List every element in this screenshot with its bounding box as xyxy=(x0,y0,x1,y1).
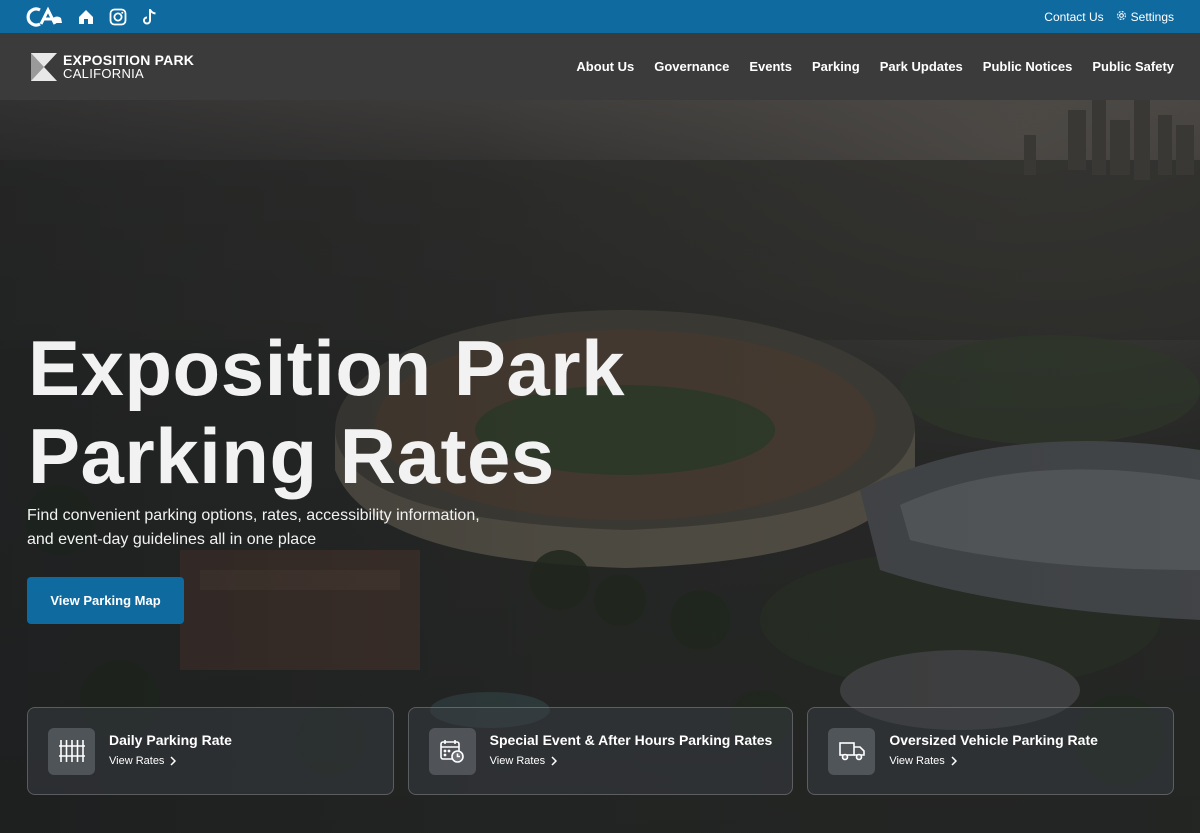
nav-public-notices[interactable]: Public Notices xyxy=(983,59,1073,74)
utility-left xyxy=(26,6,160,28)
brand-logo[interactable]: EXPOSITION PARK CALIFORNIA xyxy=(31,52,194,81)
brand-mark-icon xyxy=(31,52,57,81)
card-special-event-rates[interactable]: Special Event & After Hours Parking Rate… xyxy=(407,707,794,795)
nav-governance[interactable]: Governance xyxy=(654,59,729,74)
view-rates-link[interactable]: View Rates xyxy=(889,755,1098,767)
view-rates-link[interactable]: View Rates xyxy=(490,755,773,767)
utility-right: Contact Us Settings xyxy=(1044,10,1174,24)
hero-title-line2: Parking Rates xyxy=(28,412,555,500)
calendar-clock-icon xyxy=(428,727,476,775)
card-body: Special Event & After Hours Parking Rate… xyxy=(490,732,773,767)
nav-events[interactable]: Events xyxy=(749,59,792,74)
contact-us-link[interactable]: Contact Us xyxy=(1044,10,1103,24)
chevron-right-icon xyxy=(170,755,177,766)
home-icon[interactable] xyxy=(76,7,96,27)
rate-cards: Daily Parking Rate View Rates Special Ev… xyxy=(27,707,1174,795)
gear-icon xyxy=(1116,10,1127,24)
hero-subtitle-line2: and event-day guidelines all in one plac… xyxy=(27,531,317,548)
view-rates-label: View Rates xyxy=(489,754,546,767)
view-rates-link[interactable]: View Rates xyxy=(109,755,232,767)
site-header: EXPOSITION PARK CALIFORNIA About Us Gove… xyxy=(0,33,1200,100)
hero-subtitle-line1: Find convenient parking options, rates, … xyxy=(27,507,480,524)
card-body: Oversized Vehicle Parking Rate View Rate… xyxy=(889,732,1098,767)
card-daily-parking-rate[interactable]: Daily Parking Rate View Rates xyxy=(27,707,394,795)
tiktok-icon[interactable] xyxy=(140,7,160,27)
brand-name: EXPOSITION PARK xyxy=(63,51,195,68)
main-nav: About Us Governance Events Parking Park … xyxy=(576,59,1174,74)
card-oversized-vehicle-rate[interactable]: Oversized Vehicle Parking Rate View Rate… xyxy=(807,707,1174,795)
settings-link[interactable]: Settings xyxy=(1116,10,1174,24)
card-title: Oversized Vehicle Parking Rate xyxy=(889,731,1098,748)
view-parking-map-button[interactable]: View Parking Map xyxy=(27,577,184,624)
hero-title-line1: Exposition Park xyxy=(28,324,625,412)
truck-icon xyxy=(828,727,876,775)
nav-park-updates[interactable]: Park Updates xyxy=(880,59,963,74)
hero-subtitle: Find convenient parking options, rates, … xyxy=(27,504,497,552)
card-title: Daily Parking Rate xyxy=(109,731,232,748)
utility-bar: Contact Us Settings xyxy=(0,0,1200,33)
parking-grid-icon xyxy=(48,727,95,775)
nav-parking[interactable]: Parking xyxy=(812,59,860,74)
view-rates-label: View Rates xyxy=(109,754,165,767)
view-rates-label: View Rates xyxy=(889,754,945,767)
brand-text: EXPOSITION PARK CALIFORNIA xyxy=(63,53,194,81)
settings-label: Settings xyxy=(1130,9,1174,24)
chevron-right-icon xyxy=(551,755,558,766)
nav-public-safety[interactable]: Public Safety xyxy=(1092,59,1174,74)
brand-state: CALIFORNIA xyxy=(63,65,145,81)
nav-about-us[interactable]: About Us xyxy=(576,59,634,74)
hero: Exposition Park Parking Rates Find conve… xyxy=(0,100,1200,833)
hero-title: Exposition Park Parking Rates xyxy=(28,324,668,500)
ca-logo[interactable] xyxy=(26,6,64,28)
instagram-icon[interactable] xyxy=(108,7,128,27)
chevron-right-icon xyxy=(951,755,957,766)
card-body: Daily Parking Rate View Rates xyxy=(109,732,232,767)
card-title: Special Event & After Hours Parking Rate… xyxy=(489,731,773,748)
